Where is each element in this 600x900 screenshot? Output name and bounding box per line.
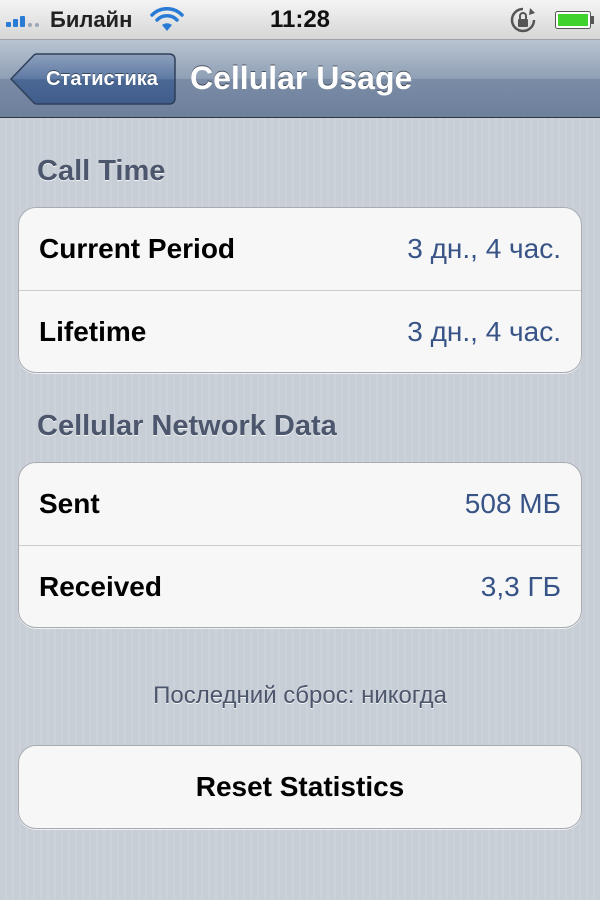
table-row: Received 3,3 ГБ [19,545,581,627]
row-value: 3 дн., 4 час. [407,233,561,264]
table-row: Sent 508 МБ [19,463,581,545]
section-header-call-time: Call Time [37,155,166,187]
row-label: Lifetime [39,316,147,347]
reset-statistics-button[interactable]: Reset Statistics [18,745,582,829]
network-data-group: Sent 508 МБ Received 3,3 ГБ [18,462,582,628]
rotation-lock-icon [510,7,536,33]
row-label: Received [39,571,162,602]
row-value: 3,3 ГБ [480,571,561,602]
navigation-bar: Статистика Cellular Usage [0,40,600,118]
back-button[interactable]: Статистика [10,53,176,105]
page-title: Cellular Usage [190,60,413,96]
row-label: Current Period [39,233,236,264]
call-time-group: Current Period 3 дн., 4 час. Lifetime 3 … [18,207,582,373]
last-reset-note: Последний сброс: никогда [153,682,447,709]
back-button-label: Статистика [46,68,158,90]
status-bar: Билайн 11:28 [0,0,600,40]
row-label: Sent [39,488,100,519]
row-value: 3 дн., 4 час. [407,316,561,347]
row-value: 508 МБ [464,488,561,519]
table-row: Lifetime 3 дн., 4 час. [19,290,581,372]
table-row: Current Period 3 дн., 4 час. [19,208,581,290]
battery-icon [555,11,594,29]
section-header-network-data: Cellular Network Data [37,410,337,442]
